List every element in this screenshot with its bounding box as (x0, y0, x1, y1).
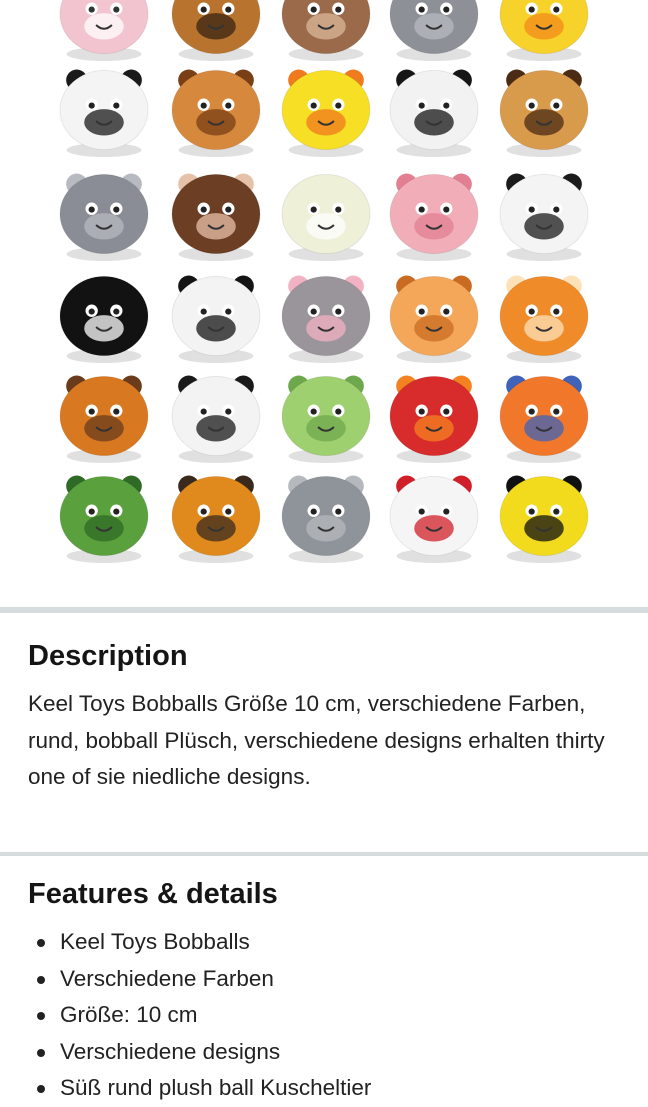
plush-grey-cat (281, 275, 371, 363)
feature-item: Verschiedene designs (28, 1034, 371, 1071)
plush-hippo-grey (389, 0, 479, 61)
plush-ladybug (389, 475, 479, 563)
plush-green-turtle (281, 375, 371, 463)
features-list: Keel Toys Bobballs Verschiedene Farben G… (28, 924, 371, 1107)
plush-leopard (499, 69, 589, 157)
plush-dalmatian (171, 375, 261, 463)
plush-dog (59, 375, 149, 463)
features-heading: Features & details (28, 878, 278, 910)
plush-cow (59, 69, 149, 157)
plush-white-tiger (499, 173, 589, 261)
plush-seal (281, 475, 371, 563)
plush-zebra (171, 275, 261, 363)
plush-tiger (171, 0, 261, 61)
description-heading: Description (28, 640, 188, 672)
plush-elephant (59, 173, 149, 261)
feature-item: Verschiedene Farben (28, 961, 371, 998)
plush-panda (389, 69, 479, 157)
section-divider (0, 852, 648, 856)
plush-pig (389, 173, 479, 261)
plush-monkey-brown (281, 0, 371, 61)
plush-frog (59, 475, 149, 563)
plush-orange-tabby (389, 275, 479, 363)
plush-red-panda (171, 475, 261, 563)
plush-pink-bunny (59, 0, 149, 61)
plush-orange-fish (499, 375, 589, 463)
plush-sheep (281, 173, 371, 261)
plush-giraffe (171, 69, 261, 157)
plush-lion (499, 275, 589, 363)
plush-monkey (171, 173, 261, 261)
product-image-gallery[interactable] (0, 0, 648, 606)
plush-duck (281, 69, 371, 157)
plush-bee (499, 475, 589, 563)
feature-item: Größe: 10 cm (28, 997, 371, 1034)
plush-toys-image (59, 0, 589, 563)
description-text: Keel Toys Bobballs Größe 10 cm, verschie… (28, 691, 605, 789)
section-divider (0, 607, 648, 613)
plush-red-apple (389, 375, 479, 463)
feature-item: Keel Toys Bobballs (28, 924, 371, 961)
plush-yellow-chick (499, 0, 589, 61)
plush-penguin (59, 275, 149, 363)
feature-item: Süß rund plush ball Kuscheltier (28, 1070, 371, 1107)
